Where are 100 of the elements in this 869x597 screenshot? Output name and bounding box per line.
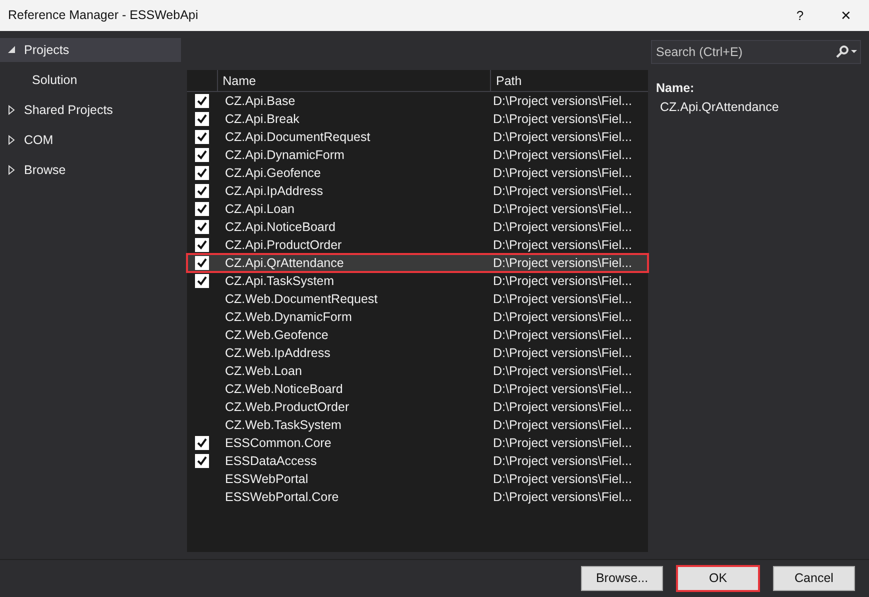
table-cell-text: CZ.Api.Loan: [224, 200, 296, 218]
sidebar-item[interactable]: Projects: [0, 38, 181, 62]
checkbox[interactable]: [195, 256, 209, 270]
table-cell-text: D:\Project versions\Fiel...: [492, 128, 632, 146]
table-cell-text: CZ.Api.QrAttendance: [224, 254, 345, 272]
table-row[interactable]: CZ.Api.Break D:\Project versions\Fiel...: [187, 110, 648, 128]
table-row[interactable]: CZ.Web.Geofence D:\Project versions\Fiel...: [187, 326, 648, 344]
checkbox[interactable]: [195, 112, 209, 126]
checkbox[interactable]: [195, 238, 209, 252]
table-cell-text: ESSWebPortal.Core: [224, 488, 340, 506]
column-header[interactable]: Path: [490, 70, 648, 91]
expand-icon[interactable]: [8, 105, 16, 115]
table-row[interactable]: CZ.Api.NoticeBoard D:\Project versions\Fiel...: [187, 218, 648, 236]
table-cell-text: CZ.Web.ProductOrder: [224, 398, 350, 416]
table-row[interactable]: CZ.Api.Geofence D:\Project versions\Fiel...: [187, 164, 648, 182]
table-cell-text: D:\Project versions\Fiel...: [492, 434, 632, 452]
table-row[interactable]: CZ.Web.DocumentRequest D:\Project versions\Fiel...: [187, 290, 648, 308]
table-cell-text: D:\Project versions\Fiel...: [492, 470, 632, 488]
table-cell-text: D:\Project versions\Fiel...: [492, 452, 632, 470]
table-cell-text: D:\Project versions\Fiel...: [492, 344, 632, 362]
table-cell-text: CZ.Api.Break: [224, 110, 300, 128]
table-row[interactable]: CZ.Web.IpAddress D:\Project versions\Fiel...: [187, 344, 648, 362]
table-cell-text: D:\Project versions\Fiel...: [492, 488, 632, 506]
table-row[interactable]: CZ.Api.DocumentRequest D:\Project versions\Fiel...: [187, 128, 648, 146]
checkbox[interactable]: [195, 220, 209, 234]
sidebar-item[interactable]: COM: [0, 128, 181, 152]
checkbox[interactable]: [195, 166, 209, 180]
table-cell-text: ESSCommon.Core: [224, 434, 332, 452]
table-row[interactable]: CZ.Api.Loan D:\Project versions\Fiel...: [187, 200, 648, 218]
table-cell-text: D:\Project versions\Fiel...: [492, 110, 632, 128]
table-row[interactable]: CZ.Web.TaskSystem D:\Project versions\Fiel...: [187, 416, 648, 434]
table-cell-text: ESSWebPortal: [224, 470, 310, 488]
table-cell-text: D:\Project versions\Fiel...: [492, 326, 632, 344]
checkbox[interactable]: [195, 274, 209, 288]
table-cell-text: D:\Project versions\Fiel...: [492, 236, 632, 254]
table-row[interactable]: CZ.Api.Base D:\Project versions\Fiel...: [187, 92, 648, 110]
checkbox[interactable]: [195, 94, 209, 108]
table-cell-text: D:\Project versions\Fiel...: [492, 218, 632, 236]
table-cell-text: D:\Project versions\Fiel...: [492, 164, 632, 182]
table-row[interactable]: CZ.Web.NoticeBoard D:\Project versions\Fiel...: [187, 380, 648, 398]
table-cell-text: D:\Project versions\Fiel...: [492, 146, 632, 164]
table-row[interactable]: ESSWebPortal.Core D:\Project versions\Fiel...: [187, 488, 648, 506]
table-cell-text: CZ.Api.DocumentRequest: [224, 128, 372, 146]
table-cell-text: CZ.Web.NoticeBoard: [224, 380, 344, 398]
table-row[interactable]: ESSDataAccess D:\Project versions\Fiel...: [187, 452, 648, 470]
dialog-button[interactable]: Cancel: [773, 566, 855, 591]
search-field[interactable]: Search (Ctrl+E): [651, 40, 861, 64]
table-cell-text: ESSDataAccess: [224, 452, 318, 470]
checkbox[interactable]: [195, 454, 209, 468]
checkbox[interactable]: [195, 184, 209, 198]
sidebar-item[interactable]: Shared Projects: [0, 98, 181, 122]
sidebar-item[interactable]: Solution: [0, 68, 181, 92]
table-cell-text: D:\Project versions\Fiel...: [492, 308, 632, 326]
table-row[interactable]: CZ.Web.Loan D:\Project versions\Fiel...: [187, 362, 648, 380]
checkbox[interactable]: [195, 148, 209, 162]
table-cell-text: CZ.Web.TaskSystem: [224, 416, 342, 434]
search-icon[interactable]: [835, 45, 857, 59]
expand-icon[interactable]: [8, 165, 16, 175]
table-row[interactable]: ESSCommon.Core D:\Project versions\Fiel...: [187, 434, 648, 452]
table-row[interactable]: CZ.Api.DynamicForm D:\Project versions\Fiel...: [187, 146, 648, 164]
table-cell-text: D:\Project versions\Fiel...: [492, 380, 632, 398]
table-row[interactable]: CZ.Api.QrAttendance D:\Project versions\Fiel...: [187, 254, 648, 272]
table-row[interactable]: CZ.Web.DynamicForm D:\Project versions\Fiel...: [187, 308, 648, 326]
column-header[interactable]: Name: [216, 70, 490, 91]
window-title: Reference Manager - ESSWebApi: [8, 7, 200, 24]
collapse-icon[interactable]: [8, 45, 16, 55]
close-button[interactable]: ✕: [823, 0, 869, 31]
table-cell-text: CZ.Api.TaskSystem: [224, 272, 336, 290]
table-cell-text: CZ.Web.IpAddress: [224, 344, 332, 362]
table-cell-text: CZ.Api.Geofence: [224, 164, 322, 182]
table-cell-text: D:\Project versions\Fiel...: [492, 398, 632, 416]
help-button[interactable]: ?: [777, 0, 823, 31]
table-cell-text: D:\Project versions\Fiel...: [492, 182, 632, 200]
details-value: CZ.Api.QrAttendance: [659, 98, 780, 116]
checkbox[interactable]: [195, 202, 209, 216]
dialog-button[interactable]: OK: [677, 566, 759, 591]
table-cell-text: D:\Project versions\Fiel...: [492, 290, 632, 308]
table-cell-text: D:\Project versions\Fiel...: [492, 92, 632, 110]
checkbox[interactable]: [195, 130, 209, 144]
dialog-button[interactable]: Browse...: [581, 566, 663, 591]
details-label: Name:: [656, 80, 696, 97]
table-cell-text: D:\Project versions\Fiel...: [492, 200, 632, 218]
table-row[interactable]: ESSWebPortal D:\Project versions\Fiel...: [187, 470, 648, 488]
table-cell-text: CZ.Api.IpAddress: [224, 182, 324, 200]
table-cell-text: D:\Project versions\Fiel...: [492, 416, 632, 434]
table-row[interactable]: CZ.Web.ProductOrder D:\Project versions\Fiel...: [187, 398, 648, 416]
table-row[interactable]: CZ.Api.IpAddress D:\Project versions\Fiel...: [187, 182, 648, 200]
expand-icon[interactable]: [8, 135, 16, 145]
table-cell-text: D:\Project versions\Fiel...: [492, 362, 632, 380]
table-cell-text: D:\Project versions\Fiel...: [492, 272, 632, 290]
checkbox[interactable]: [195, 436, 209, 450]
table-row[interactable]: CZ.Api.ProductOrder D:\Project versions\Fiel...: [187, 236, 648, 254]
table-row[interactable]: CZ.Api.TaskSystem D:\Project versions\Fiel...: [187, 272, 648, 290]
table-cell-text: CZ.Api.NoticeBoard: [224, 218, 336, 236]
table-cell-text: CZ.Api.Base: [224, 92, 296, 110]
table-cell-text: D:\Project versions\Fiel...: [492, 254, 632, 272]
sidebar-item[interactable]: Browse: [0, 158, 181, 182]
table-cell-text: CZ.Api.DynamicForm: [224, 146, 346, 164]
table-cell-text: CZ.Web.Geofence: [224, 326, 330, 344]
table-cell-text: CZ.Web.DocumentRequest: [224, 290, 379, 308]
